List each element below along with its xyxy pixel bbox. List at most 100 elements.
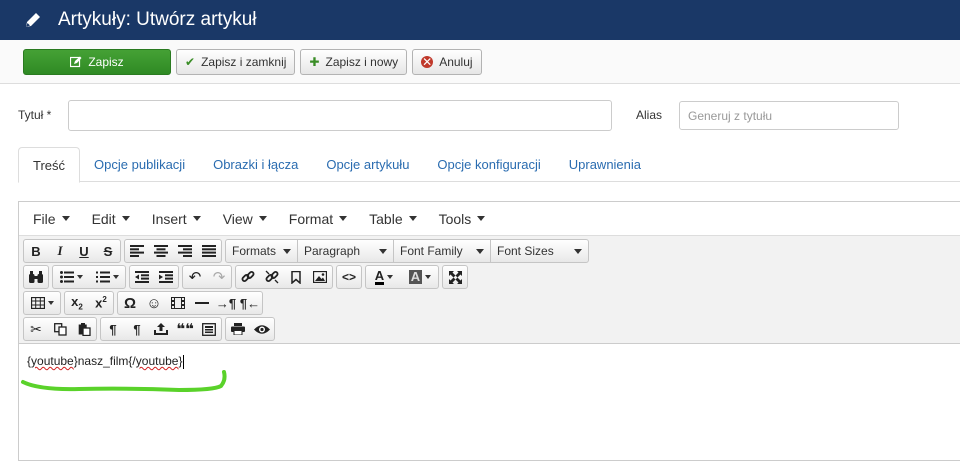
table-button[interactable] xyxy=(24,292,60,314)
menu-file[interactable]: File xyxy=(25,211,78,227)
title-label: Tytuł * xyxy=(18,108,52,122)
fullscreen-button[interactable] xyxy=(443,266,467,288)
plus-icon: ✚ xyxy=(309,54,320,69)
caret-down-icon xyxy=(379,248,387,254)
text-style-group: B I U S xyxy=(23,239,121,263)
bullet-list-icon xyxy=(59,271,74,283)
print-button[interactable] xyxy=(226,318,250,340)
visual-blocks-button[interactable]: ¶ xyxy=(125,318,149,340)
caret-down-icon xyxy=(476,248,484,254)
template-button[interactable] xyxy=(197,318,221,340)
tab-permissions[interactable]: Uprawnienia xyxy=(555,147,655,182)
template-icon xyxy=(202,322,216,336)
binoculars-icon xyxy=(29,270,43,283)
numbered-list-button[interactable] xyxy=(89,266,125,288)
caret-down-icon xyxy=(283,248,291,254)
menu-insert[interactable]: Insert xyxy=(144,211,209,227)
font-family-select[interactable]: Font Family xyxy=(394,240,491,262)
image-button[interactable] xyxy=(308,266,332,288)
outdent-button[interactable] xyxy=(130,266,154,288)
tab-images-links[interactable]: Obrazki i łącza xyxy=(199,147,312,182)
editor-content[interactable]: {youtube}nasz_film{/youtube} xyxy=(19,344,960,444)
cut-button[interactable]: ✂ xyxy=(24,318,48,340)
film-icon xyxy=(171,297,185,309)
clipboard-group: ✂ xyxy=(23,317,97,341)
background-color-button[interactable]: A xyxy=(402,266,438,288)
pilcrow-alt-icon: ¶ xyxy=(133,321,141,337)
toolbar-row-1: B I U S Formats Paragraph Font Family Fo… xyxy=(23,239,960,264)
superscript-icon: x2 xyxy=(95,295,107,311)
pilcrow-icon: ¶ xyxy=(109,321,117,337)
underline-button[interactable]: U xyxy=(72,240,96,262)
title-row: Tytuł * Alias xyxy=(18,100,960,132)
font-sizes-select[interactable]: Font Sizes xyxy=(491,240,588,262)
green-underline-annotation xyxy=(21,370,227,393)
eye-icon xyxy=(254,324,270,334)
blockquote-button[interactable]: ❝❝ xyxy=(173,318,197,340)
quote-icon: ❝❝ xyxy=(176,321,194,338)
align-justify-button[interactable] xyxy=(197,240,221,262)
tab-content[interactable]: Treść xyxy=(18,147,81,183)
indent-button[interactable] xyxy=(154,266,178,288)
subscript-button[interactable]: x2 xyxy=(65,292,89,314)
menu-edit[interactable]: Edit xyxy=(84,211,138,227)
visual-chars-button[interactable]: ¶ xyxy=(101,318,125,340)
bullet-list-button[interactable] xyxy=(53,266,89,288)
menu-table[interactable]: Table xyxy=(361,211,424,227)
save-close-button[interactable]: ✔ Zapisz i zamknij xyxy=(176,48,296,75)
anchor-button[interactable] xyxy=(284,266,308,288)
indent-group xyxy=(129,265,179,289)
menu-view[interactable]: View xyxy=(215,211,275,227)
align-right-button[interactable] xyxy=(173,240,197,262)
smiley-icon: ☺ xyxy=(146,294,162,312)
text-color-button[interactable]: A xyxy=(366,266,402,288)
paragraph-select[interactable]: Paragraph xyxy=(298,240,394,262)
cancel-button[interactable]: ✕ Anuluj xyxy=(412,48,482,75)
omega-icon: Ω xyxy=(123,294,137,312)
save-button[interactable]: Zapisz xyxy=(23,48,171,75)
outdent-icon xyxy=(135,271,149,283)
formats-select[interactable]: Formats xyxy=(226,240,298,262)
emoticons-button[interactable]: ☺ xyxy=(142,292,166,314)
source-code-button[interactable]: <> xyxy=(337,266,361,288)
bold-button[interactable]: B xyxy=(24,240,48,262)
align-right-icon xyxy=(178,245,192,257)
image-icon xyxy=(313,271,327,283)
tab-config-options[interactable]: Opcje konfiguracji xyxy=(423,147,554,182)
rtl-button[interactable]: ¶← xyxy=(238,292,262,314)
ltr-icon: →¶ xyxy=(215,295,237,311)
strikethrough-button[interactable]: S xyxy=(96,240,120,262)
paste-button[interactable] xyxy=(72,318,96,340)
ltr-button[interactable]: →¶ xyxy=(214,292,238,314)
insert-file-button[interactable] xyxy=(149,318,173,340)
save-new-button[interactable]: ✚ Zapisz i nowy xyxy=(300,48,408,75)
numbered-list-icon xyxy=(95,271,110,283)
align-center-icon xyxy=(154,245,168,257)
horizontal-rule-button[interactable] xyxy=(190,292,214,314)
script-group: x2 x2 xyxy=(64,291,114,315)
italic-button[interactable]: I xyxy=(48,240,72,262)
align-left-icon xyxy=(130,245,144,257)
media-button[interactable] xyxy=(166,292,190,314)
tab-article-options[interactable]: Opcje artykułu xyxy=(312,147,423,182)
special-char-button[interactable]: Ω xyxy=(118,292,142,314)
color-group: A A xyxy=(365,265,439,289)
blocks-group: ¶ ¶ ❝❝ xyxy=(100,317,222,341)
menu-format[interactable]: Format xyxy=(281,211,355,227)
copy-button[interactable] xyxy=(48,318,72,340)
pencil-icon xyxy=(22,9,44,31)
undo-button[interactable]: ↶ xyxy=(183,266,207,288)
align-center-button[interactable] xyxy=(149,240,173,262)
unlink-button[interactable] xyxy=(260,266,284,288)
title-input[interactable] xyxy=(68,100,612,131)
menu-tools[interactable]: Tools xyxy=(431,211,494,227)
tab-publishing[interactable]: Opcje publikacji xyxy=(80,147,199,182)
redo-button[interactable]: ↷ xyxy=(207,266,231,288)
alias-input[interactable] xyxy=(679,101,899,130)
preview-button[interactable] xyxy=(250,318,274,340)
superscript-button[interactable]: x2 xyxy=(89,292,113,314)
find-replace-button[interactable] xyxy=(24,266,48,288)
link-button[interactable] xyxy=(236,266,260,288)
caret-down-icon xyxy=(339,216,348,221)
align-left-button[interactable] xyxy=(125,240,149,262)
